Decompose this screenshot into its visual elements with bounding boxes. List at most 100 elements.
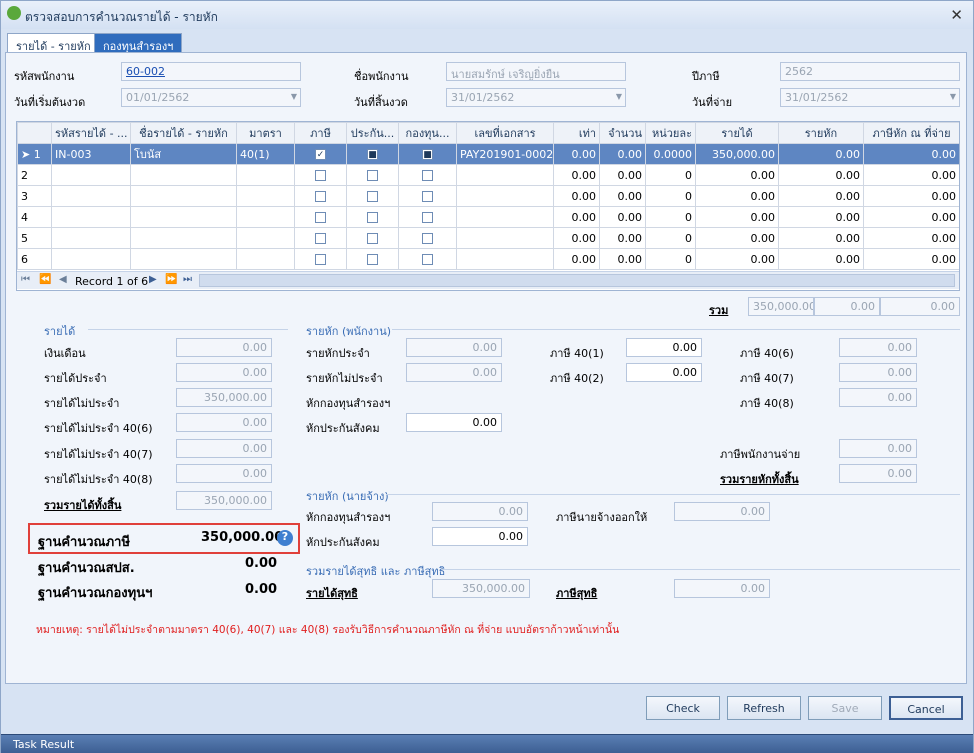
net-tax-field[interactable]: 0.00 (674, 579, 770, 598)
code-cell[interactable] (51, 227, 131, 249)
checkbox[interactable] (315, 191, 326, 202)
total-deduction-field[interactable]: 0.00 (839, 464, 917, 483)
code-cell[interactable] (51, 206, 131, 228)
checkbox[interactable] (367, 191, 378, 202)
doc-cell[interactable] (456, 164, 554, 186)
wht-cell[interactable]: 0.00 (863, 248, 959, 270)
section-cell[interactable] (236, 248, 295, 270)
checkbox[interactable] (315, 170, 326, 181)
fund-checkbox[interactable]: ■ (398, 143, 457, 165)
times-cell[interactable]: 0.00 (553, 206, 600, 228)
qty-cell[interactable]: 0.00 (599, 164, 646, 186)
qty-cell[interactable]: 0.00 (599, 206, 646, 228)
grid-header-fund[interactable]: กองทุน... (398, 122, 457, 144)
tax-406-field[interactable]: 0.00 (839, 338, 917, 357)
times-cell[interactable]: 0.00 (553, 164, 600, 186)
next-page-icon[interactable]: ⏩ (165, 274, 177, 285)
grid-header-tax[interactable]: ภาษี (294, 122, 347, 144)
refresh-button[interactable]: Refresh (727, 696, 801, 720)
prev-record-icon[interactable]: ◀ (59, 274, 67, 285)
tax-checkbox[interactable] (294, 248, 347, 270)
checkbox[interactable] (422, 191, 433, 202)
doc-cell[interactable] (456, 248, 554, 270)
start-date-field[interactable]: 01/01/2562 ▼ (121, 88, 301, 107)
tax-checkbox[interactable]: ✓ (294, 143, 347, 165)
table-row[interactable]: 4 0.00 0.00 0 0.00 0.00 0.00 (17, 206, 959, 228)
table-row[interactable]: 6 0.00 0.00 0 0.00 0.00 0.00 (17, 248, 959, 270)
checkbox[interactable] (315, 212, 326, 223)
grid-header-code[interactable]: รหัสรายได้ - ... (51, 122, 131, 144)
qty-cell[interactable]: 0.00 (599, 227, 646, 249)
pay-date-field[interactable]: 31/01/2562 ▼ (780, 88, 960, 107)
insurance-checkbox[interactable] (346, 206, 399, 228)
last-record-icon[interactable]: ⏭ (183, 274, 192, 285)
insurance-checkbox[interactable]: ■ (346, 143, 399, 165)
grid-header-section[interactable]: มาตรา (236, 122, 295, 144)
checkbox[interactable] (367, 212, 378, 223)
net-income-field[interactable]: 350,000.00 (432, 579, 530, 598)
table-row[interactable]: 2 0.00 0.00 0 0.00 0.00 0.00 (17, 164, 959, 186)
checkbox[interactable]: ✓ (315, 149, 326, 160)
deduction-cell[interactable]: 0.00 (778, 185, 864, 207)
row-number-cell[interactable]: ➤ 1 (17, 143, 52, 165)
grid-header-income[interactable]: รายได้ (695, 122, 779, 144)
code-cell[interactable]: IN-003 (51, 143, 131, 165)
times-cell[interactable]: 0.00 (553, 227, 600, 249)
section-cell[interactable] (236, 227, 295, 249)
row-number-cell[interactable]: 5 (17, 227, 52, 249)
row-number-cell[interactable]: 2 (17, 164, 52, 186)
tab-income-deduction[interactable]: รายได้ - รายหัก (7, 33, 100, 53)
fund-checkbox[interactable] (398, 248, 457, 270)
fund-checkbox[interactable] (398, 206, 457, 228)
sso-deduction-field[interactable]: 0.00 (406, 413, 502, 432)
doc-cell[interactable]: PAY201901-0002 (456, 143, 554, 165)
tax-407-field[interactable]: 0.00 (839, 363, 917, 382)
insurance-checkbox[interactable] (346, 248, 399, 270)
wht-cell[interactable]: 0.00 (863, 227, 959, 249)
grid-header-doc[interactable]: เลขที่เอกสาร (456, 122, 554, 144)
grid-header-insurance[interactable]: ประกัน... (346, 122, 399, 144)
checkbox[interactable] (422, 254, 433, 265)
tax-checkbox[interactable] (294, 227, 347, 249)
first-record-icon[interactable]: ⏮ (21, 274, 30, 285)
deduction-cell[interactable]: 0.00 (778, 206, 864, 228)
tab-provident-fund[interactable]: กองทุนสำรองฯ (94, 33, 183, 53)
income-cell[interactable]: 350,000.00 (695, 143, 779, 165)
table-row[interactable]: 5 0.00 0.00 0 0.00 0.00 0.00 (17, 227, 959, 249)
checkbox[interactable] (422, 170, 433, 181)
irregular-income-field[interactable]: 350,000.00 (176, 388, 272, 407)
insurance-checkbox[interactable] (346, 185, 399, 207)
save-button[interactable]: Save (808, 696, 882, 720)
check-button[interactable]: Check (646, 696, 720, 720)
deduction-cell[interactable]: 0.00 (778, 227, 864, 249)
prev-page-icon[interactable]: ⏪ (39, 274, 51, 285)
fund-checkbox[interactable] (398, 185, 457, 207)
emp-code-field[interactable]: 60-002 (121, 62, 301, 81)
name-cell[interactable] (130, 248, 237, 270)
emp-tax-field[interactable]: 0.00 (839, 439, 917, 458)
checkbox[interactable] (422, 212, 433, 223)
code-cell[interactable] (51, 164, 131, 186)
qty-cell[interactable]: 0.00 (599, 185, 646, 207)
checkbox[interactable] (367, 170, 378, 181)
tax-checkbox[interactable] (294, 206, 347, 228)
er-tax-field[interactable]: 0.00 (674, 502, 770, 521)
doc-cell[interactable] (456, 227, 554, 249)
grid-header-name[interactable]: ชื่อรายได้ - รายหัก (130, 122, 237, 144)
fund-checkbox[interactable] (398, 227, 457, 249)
tax-checkbox[interactable] (294, 185, 347, 207)
times-cell[interactable]: 0.00 (553, 248, 600, 270)
total-income-field[interactable]: 350,000.00 (176, 491, 272, 510)
deduction-cell[interactable]: 0.00 (778, 164, 864, 186)
wht-cell[interactable]: 0.00 (863, 164, 959, 186)
tax-year-field[interactable]: 2562 (780, 62, 960, 81)
table-row[interactable]: 3 0.00 0.00 0 0.00 0.00 0.00 (17, 185, 959, 207)
help-icon[interactable]: ? (277, 530, 293, 546)
irregular-406-field[interactable]: 0.00 (176, 413, 272, 432)
deduction-cell[interactable]: 0.00 (778, 248, 864, 270)
regular-deduction-field[interactable]: 0.00 (406, 338, 502, 357)
er-fund-field[interactable]: 0.00 (432, 502, 528, 521)
checkbox[interactable] (367, 254, 378, 265)
code-cell[interactable] (51, 185, 131, 207)
er-sso-field[interactable]: 0.00 (432, 527, 528, 546)
